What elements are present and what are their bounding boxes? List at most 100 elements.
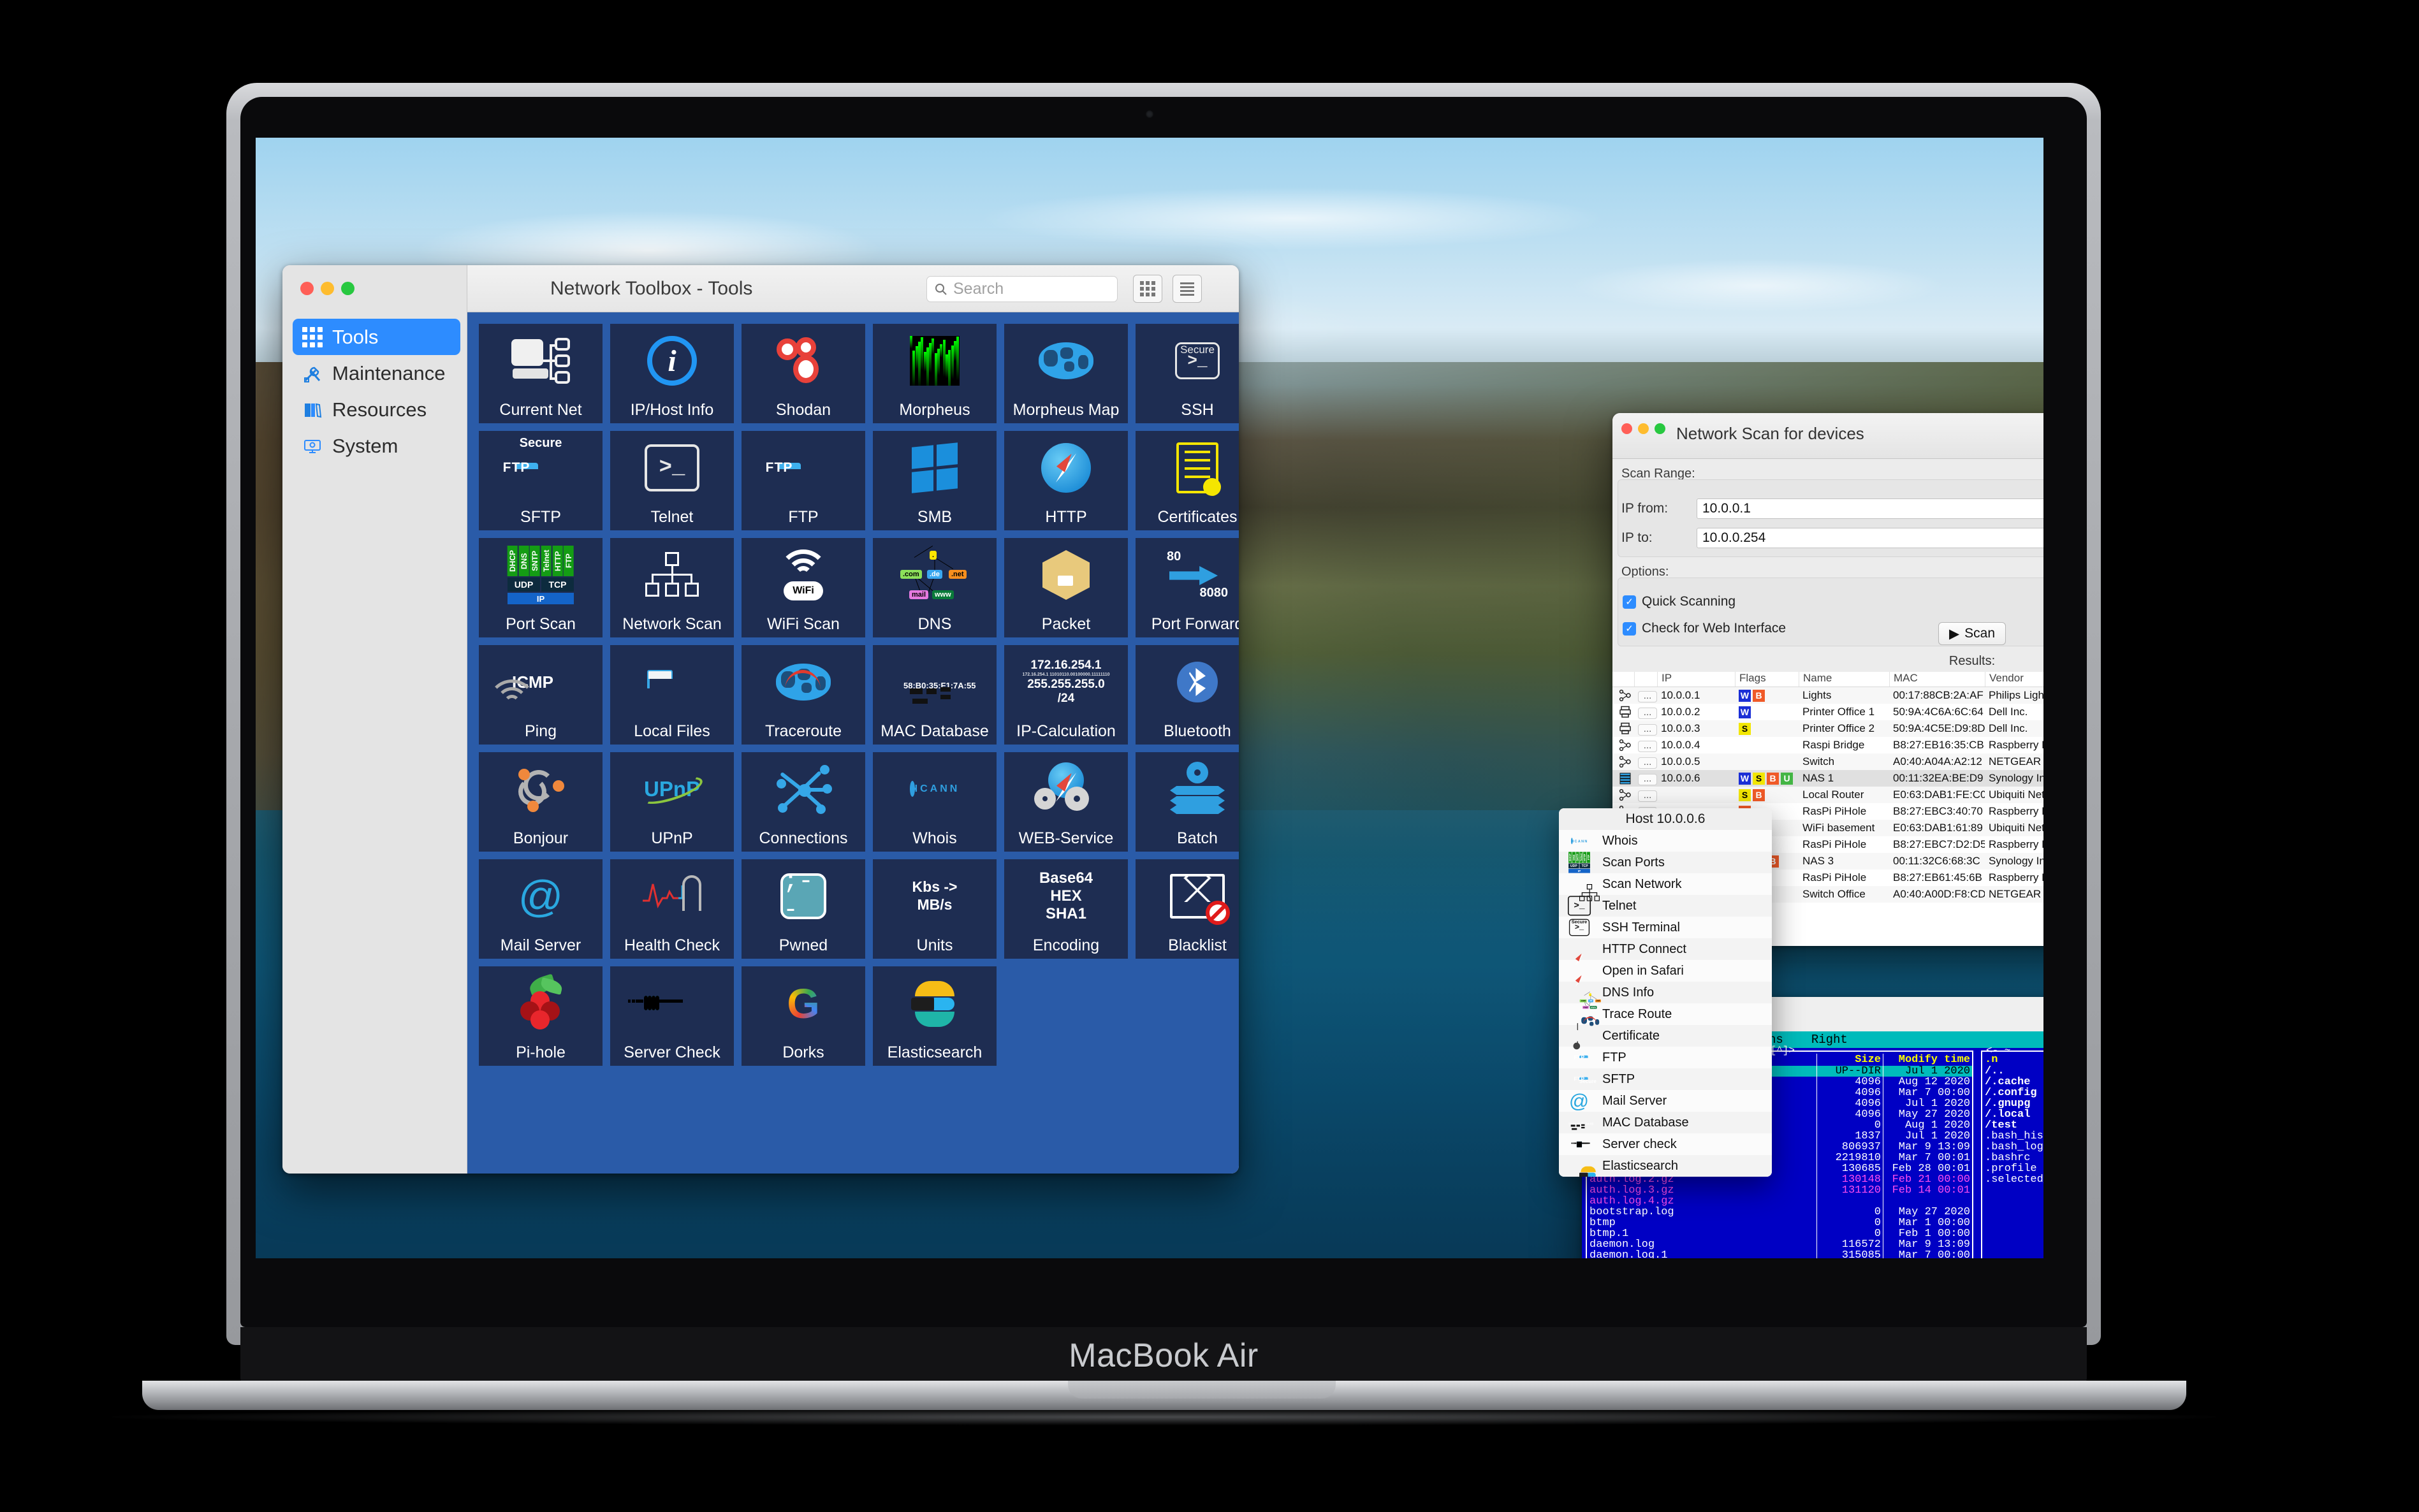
context-menu-item-scan-ports[interactable]: DHCP DNS SNTP Telnet HTTP FTP UDP TCP IP Scan Por… <box>1559 852 1772 873</box>
tool-tile-pi-hole[interactable]: Pi-hole <box>479 966 603 1066</box>
close-button[interactable] <box>300 282 314 295</box>
mc-file-row[interactable]: /test4096Dec 4 18:05 <box>1982 1120 2043 1131</box>
mc-file-row[interactable]: auth.log.4.gz <box>1587 1196 1972 1207</box>
tool-tile-port-scan[interactable]: DHCP DNS SNTP Telnet HTTP FTP UDP TCP IP Port Sca… <box>479 538 603 637</box>
table-row[interactable]: ... 10.0.0.1 W B Lights 00:17:88CB:2A:AF Phili… <box>1612 687 2043 704</box>
col-vendor[interactable]: Vendor <box>1985 672 2043 687</box>
grid-view-button[interactable] <box>1133 275 1162 303</box>
mc-file-row[interactable]: .bashrc3523May 27 2020 <box>1982 1152 2043 1163</box>
tool-tile-mail-server[interactable]: @ Mail Server <box>479 859 603 959</box>
col-mac[interactable]: MAC <box>1889 672 1985 687</box>
tool-tile-wifi-scan[interactable]: WiFi WiFi Scan <box>742 538 865 637</box>
close-button[interactable] <box>1621 423 1632 434</box>
sidebar-item-system[interactable]: System <box>293 428 460 464</box>
scan-button[interactable]: ▶ Scan <box>1938 622 2006 645</box>
col-ip[interactable]: IP <box>1657 672 1735 687</box>
tool-tile-elasticsearch[interactable]: Elasticsearch <box>873 966 997 1066</box>
context-menu-item-ftp[interactable]: FTP FTP <box>1559 1047 1772 1068</box>
ip-from-input[interactable] <box>1697 498 2043 519</box>
tool-tile-mac-database[interactable]: 58:B0:35:F1:7A:55 MAC Database <box>873 645 997 745</box>
table-row[interactable]: ... 10.0.0.6 W S B U NAS 1 00:11:32EA:BE:D9 Syno… <box>1612 770 2043 787</box>
tool-tile-bluetooth[interactable]: Bluetooth <box>1136 645 1239 745</box>
tool-tile-server-check[interactable]: Server Check <box>610 966 734 1066</box>
netscan-traffic-lights[interactable] <box>1621 423 1665 434</box>
tool-tile-ping[interactable]: ICMP Ping <box>479 645 603 745</box>
tool-tile-local-files[interactable]: Local Files <box>610 645 734 745</box>
mc-file-row[interactable]: .bash_history1787Nov 20 18:56 <box>1982 1131 2043 1142</box>
tool-tile-current-net[interactable]: Current Net <box>479 324 603 423</box>
table-row[interactable]: ... 10.0.0.2 W Printer Office 1 50:9A:4C6A:6… <box>1612 704 2043 720</box>
tool-tile-packet[interactable]: Packet <box>1004 538 1128 637</box>
col-flags[interactable]: Flags <box>1735 672 1799 687</box>
tool-tile-web-service[interactable]: WEB-Service <box>1004 752 1128 852</box>
row-actions-button[interactable]: ... <box>1634 789 1657 802</box>
tool-tile-shodan[interactable]: Shodan <box>742 324 865 423</box>
mc-right-panel[interactable]: <- ~ .[^]> .nName Size Modify time /..UP… <box>1977 1045 2043 1258</box>
tool-tile-ssh[interactable]: Secure >_ SSH <box>1136 324 1239 423</box>
tool-tile-morpheus-map[interactable]: Morpheus Map <box>1004 324 1128 423</box>
tool-tile-connections[interactable]: Connections <box>742 752 865 852</box>
mc-file-row[interactable]: .profile807May 27 2020 <box>1982 1163 2043 1174</box>
tool-tile-sftp[interactable]: Secure FTP SFTP <box>479 431 603 530</box>
tool-tile-dorks[interactable]: G Dorks <box>742 966 865 1066</box>
tool-tile-ip-host-info[interactable]: i IP/Host Info <box>610 324 734 423</box>
context-menu-item-open-in-safari[interactable]: Open in Safari <box>1559 960 1772 982</box>
tool-tile-pwned[interactable]: ;-- Pwned <box>742 859 865 959</box>
row-actions-button[interactable]: ... <box>1634 739 1657 752</box>
row-actions-button[interactable]: ... <box>1634 722 1657 736</box>
tool-tile-telnet[interactable]: >_ Telnet <box>610 431 734 530</box>
table-row[interactable]: ... 10.0.0.5 Switch A0:40:A04A:A2:12 NETGEAR <box>1612 753 2043 770</box>
context-menu-item-dns-info[interactable]: . .com .de .net mail www DNS Info <box>1559 982 1772 1009</box>
mc-file-row[interactable]: btmp 0 Mar 1 00:00 <box>1587 1218 1972 1228</box>
host-context-menu[interactable]: Host 10.0.0.6 ICANN Whois DHCP DNS SNTP Telne… <box>1559 808 1772 1177</box>
mc-file-row[interactable]: /.config4096Jul 1 2020 <box>1982 1087 2043 1098</box>
tool-tile-health-check[interactable]: Health Check <box>610 859 734 959</box>
mc-file-row[interactable]: .selected_editor66Jul 1 2020 <box>1982 1174 2043 1185</box>
row-actions-button[interactable]: ... <box>1634 772 1657 785</box>
maximize-button[interactable] <box>341 282 354 295</box>
tool-tile-upnp[interactable]: UPnP UPnP <box>610 752 734 852</box>
table-row[interactable]: ... S B Local Router E0:63:DAB1:FE:C0 Ubiquit… <box>1612 787 2043 803</box>
context-menu-item-http-connect[interactable]: HTTP Connect <box>1559 938 1772 960</box>
mc-file-row[interactable]: /.gnupg4096Jul 1 2020 <box>1982 1098 2043 1109</box>
col-name[interactable]: Name <box>1799 672 1889 687</box>
tool-tile-dns[interactable]: . .com .de .net mail www DNS <box>873 538 997 637</box>
network-toolbox-window[interactable]: Tools Maintenance Resources System Network … <box>282 265 1239 1174</box>
tool-tile-morpheus[interactable]: Morpheus <box>873 324 997 423</box>
context-menu-item-whois[interactable]: ICANN Whois <box>1559 830 1772 852</box>
sidebar-item-resources[interactable]: Resources <box>293 391 460 428</box>
minimize-button[interactable] <box>1638 423 1649 434</box>
tool-tile-encoding[interactable]: Base64 HEX SHA1 Encoding <box>1004 859 1128 959</box>
tool-tile-bonjour[interactable]: Bonjour <box>479 752 603 852</box>
web-interface-checkbox[interactable]: ✓ Check for Web Interface <box>1623 621 1786 636</box>
quick-scanning-checkbox[interactable]: ✓ Quick Scanning <box>1623 594 1736 609</box>
row-actions-button[interactable]: ... <box>1634 689 1657 702</box>
tool-tile-network-scan[interactable]: Network Scan <box>610 538 734 637</box>
table-row[interactable]: ... 10.0.0.3 S Printer Office 2 50:9A:4C5E:D… <box>1612 720 2043 737</box>
tool-tile-ftp[interactable]: FTP FTP <box>742 431 865 530</box>
context-menu-item-certificate[interactable]: Certificate <box>1559 1022 1772 1050</box>
context-menu-item-server-check[interactable]: Server check <box>1559 1133 1772 1155</box>
tool-tile-http[interactable]: HTTP <box>1004 431 1128 530</box>
row-actions-button[interactable]: ... <box>1634 755 1657 769</box>
mc-file-row[interactable]: /..UP--DIRMay 27 2020 <box>1982 1066 2043 1077</box>
ip-to-input[interactable] <box>1697 528 2043 548</box>
tool-tile-units[interactable]: Kbs -> MB/s Units <box>873 859 997 959</box>
context-menu-item-mail-server[interactable]: @ Mail Server <box>1559 1090 1772 1112</box>
mc-file-row[interactable]: daemon.log.1 315085 Mar 7 00:00 <box>1587 1250 1972 1258</box>
mc-file-row[interactable]: bootstrap.log 0 May 27 2020 <box>1587 1207 1972 1218</box>
minimize-button[interactable] <box>321 282 334 295</box>
mc-file-row[interactable]: auth.log.3.gz 131120 Feb 14 00:01 <box>1587 1185 1972 1196</box>
tool-tile-certificates[interactable]: Certificates <box>1136 431 1239 530</box>
row-actions-button[interactable]: ... <box>1634 706 1657 719</box>
tool-tile-traceroute[interactable]: Traceroute <box>742 645 865 745</box>
table-row[interactable]: ... 10.0.0.4 Raspi Bridge B8:27:EB16:35:CB R… <box>1612 737 2043 753</box>
tool-tile-ip-calculation[interactable]: 172.16.254.1 172.16.254.1 11010110.001000… <box>1004 645 1128 745</box>
tool-tile-blacklist[interactable]: Blacklist <box>1136 859 1239 959</box>
context-menu-item-mac-database[interactable]: 58:B0:35:F1:7A:55 MAC Database <box>1559 1112 1772 1133</box>
context-menu-item-elasticsearch[interactable]: Elasticsearch <box>1559 1155 1772 1177</box>
maximize-button[interactable] <box>1655 423 1665 434</box>
search-input[interactable]: Search <box>926 276 1118 302</box>
mc-file-row[interactable]: btmp.1 0 Feb 1 00:00 <box>1587 1228 1972 1239</box>
sidebar-item-tools[interactable]: Tools <box>293 319 460 355</box>
